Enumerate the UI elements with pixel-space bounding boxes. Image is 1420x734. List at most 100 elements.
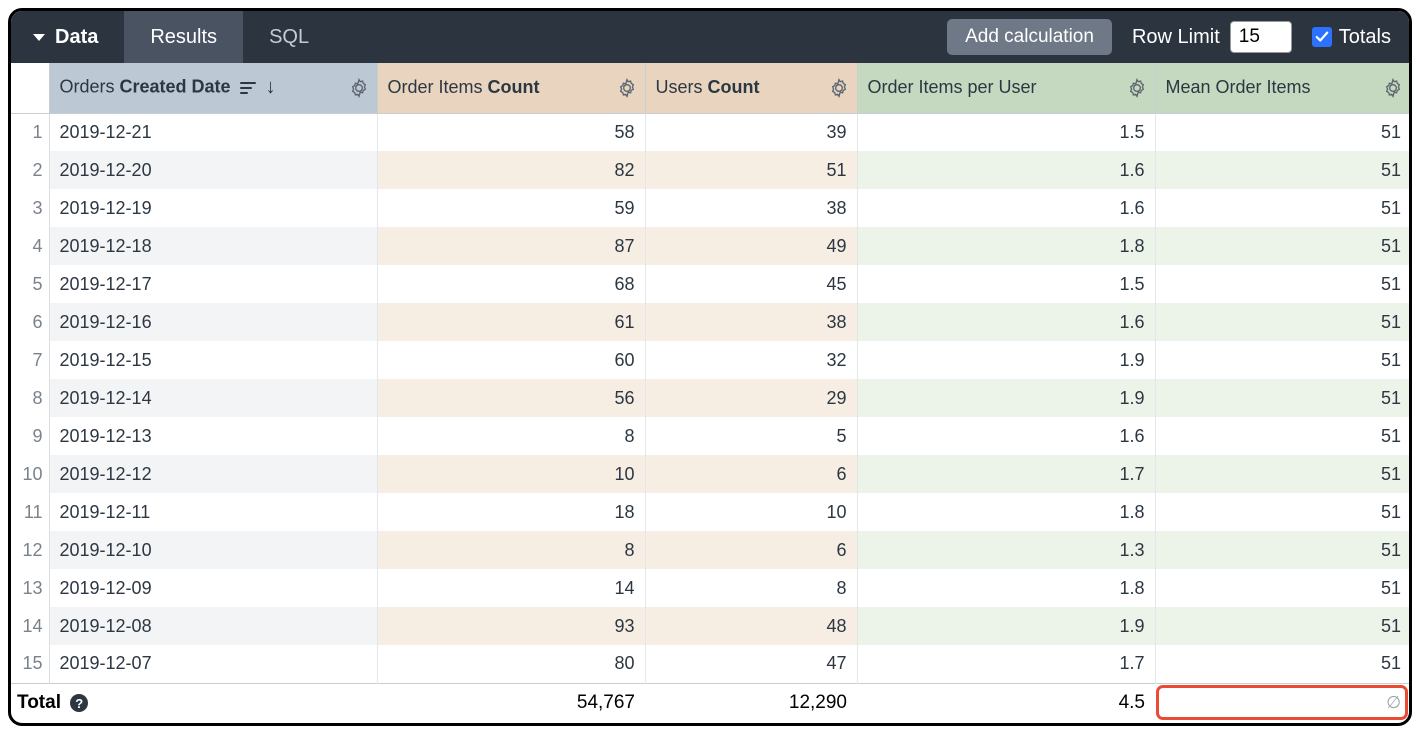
table-row: 32019-12-1959381.651 <box>11 189 1409 227</box>
cell-items-per-user[interactable]: 1.6 <box>857 417 1155 455</box>
cell-users-count[interactable]: 48 <box>645 607 857 645</box>
cell-date[interactable]: 2019-12-13 <box>49 417 377 455</box>
cell-order-items-count[interactable]: 59 <box>377 189 645 227</box>
cell-items-per-user[interactable]: 1.8 <box>857 227 1155 265</box>
help-icon[interactable]: ? <box>70 694 88 712</box>
cell-users-count[interactable]: 39 <box>645 113 857 151</box>
cell-items-per-user[interactable]: 1.5 <box>857 113 1155 151</box>
row-limit-input[interactable] <box>1230 21 1292 53</box>
cell-date[interactable]: 2019-12-16 <box>49 303 377 341</box>
cell-users-count[interactable]: 38 <box>645 189 857 227</box>
cell-items-per-user[interactable]: 1.8 <box>857 569 1155 607</box>
cell-mean-order-items[interactable]: 51 <box>1155 569 1409 607</box>
cell-order-items-count[interactable]: 80 <box>377 645 645 683</box>
totals-checkbox[interactable] <box>1312 27 1332 47</box>
gear-icon[interactable] <box>349 78 369 98</box>
cell-order-items-count[interactable]: 56 <box>377 379 645 417</box>
cell-users-count[interactable]: 32 <box>645 341 857 379</box>
cell-order-items-count[interactable]: 14 <box>377 569 645 607</box>
cell-mean-order-items[interactable]: 51 <box>1155 189 1409 227</box>
row-number: 11 <box>11 493 49 531</box>
cell-mean-order-items[interactable]: 51 <box>1155 493 1409 531</box>
cell-users-count[interactable]: 45 <box>645 265 857 303</box>
cell-users-count[interactable]: 29 <box>645 379 857 417</box>
cell-items-per-user[interactable]: 1.5 <box>857 265 1155 303</box>
cell-users-count[interactable]: 8 <box>645 569 857 607</box>
gear-icon[interactable] <box>1383 78 1403 98</box>
cell-order-items-count[interactable]: 8 <box>377 531 645 569</box>
cell-items-per-user[interactable]: 1.6 <box>857 151 1155 189</box>
cell-date[interactable]: 2019-12-21 <box>49 113 377 151</box>
cell-mean-order-items[interactable]: 51 <box>1155 455 1409 493</box>
gear-icon[interactable] <box>829 78 849 98</box>
cell-order-items-count[interactable]: 18 <box>377 493 645 531</box>
cell-mean-order-items[interactable]: 51 <box>1155 379 1409 417</box>
cell-mean-order-items[interactable]: 51 <box>1155 607 1409 645</box>
cell-order-items-count[interactable]: 82 <box>377 151 645 189</box>
col-header-bold: Count <box>488 77 540 97</box>
col-header-users-count[interactable]: Users Count <box>645 63 857 113</box>
cell-mean-order-items[interactable]: 51 <box>1155 341 1409 379</box>
cell-users-count[interactable]: 10 <box>645 493 857 531</box>
cell-order-items-count[interactable]: 8 <box>377 417 645 455</box>
cell-order-items-count[interactable]: 58 <box>377 113 645 151</box>
col-header-order-items-count[interactable]: Order Items Count <box>377 63 645 113</box>
cell-users-count[interactable]: 5 <box>645 417 857 455</box>
cell-date[interactable]: 2019-12-11 <box>49 493 377 531</box>
cell-items-per-user[interactable]: 1.8 <box>857 493 1155 531</box>
col-header-mean-order-items[interactable]: Mean Order Items <box>1155 63 1409 113</box>
cell-items-per-user[interactable]: 1.9 <box>857 341 1155 379</box>
cell-mean-order-items[interactable]: 51 <box>1155 417 1409 455</box>
cell-items-per-user[interactable]: 1.9 <box>857 379 1155 417</box>
cell-date[interactable]: 2019-12-09 <box>49 569 377 607</box>
cell-date[interactable]: 2019-12-20 <box>49 151 377 189</box>
cell-date[interactable]: 2019-12-12 <box>49 455 377 493</box>
cell-items-per-user[interactable]: 1.6 <box>857 303 1155 341</box>
cell-order-items-count[interactable]: 68 <box>377 265 645 303</box>
tab-sql[interactable]: SQL <box>243 11 335 63</box>
cell-order-items-count[interactable]: 10 <box>377 455 645 493</box>
col-header-created-date[interactable]: Orders Created Date ↓ <box>49 63 377 113</box>
tab-results[interactable]: Results <box>124 11 243 63</box>
gear-icon[interactable] <box>1127 78 1147 98</box>
cell-items-per-user[interactable]: 1.6 <box>857 189 1155 227</box>
cell-date[interactable]: 2019-12-14 <box>49 379 377 417</box>
col-header-items-per-user[interactable]: Order Items per User <box>857 63 1155 113</box>
row-number: 1 <box>11 113 49 151</box>
cell-items-per-user[interactable]: 1.9 <box>857 607 1155 645</box>
cell-order-items-count[interactable]: 87 <box>377 227 645 265</box>
cell-order-items-count[interactable]: 93 <box>377 607 645 645</box>
totals-label-cell: Total ? <box>11 683 377 723</box>
cell-mean-order-items[interactable]: 51 <box>1155 113 1409 151</box>
cell-mean-order-items[interactable]: 51 <box>1155 151 1409 189</box>
cell-date[interactable]: 2019-12-15 <box>49 341 377 379</box>
cell-users-count[interactable]: 47 <box>645 645 857 683</box>
table-row: 42019-12-1887491.851 <box>11 227 1409 265</box>
cell-items-per-user[interactable]: 1.3 <box>857 531 1155 569</box>
table-row: 132019-12-091481.851 <box>11 569 1409 607</box>
cell-users-count[interactable]: 51 <box>645 151 857 189</box>
col-header-bold: Created Date <box>120 77 231 97</box>
cell-users-count[interactable]: 38 <box>645 303 857 341</box>
cell-mean-order-items[interactable]: 51 <box>1155 531 1409 569</box>
add-calculation-button[interactable]: Add calculation <box>947 19 1112 55</box>
cell-mean-order-items[interactable]: 51 <box>1155 227 1409 265</box>
cell-date[interactable]: 2019-12-18 <box>49 227 377 265</box>
cell-mean-order-items[interactable]: 51 <box>1155 645 1409 683</box>
cell-mean-order-items[interactable]: 51 <box>1155 303 1409 341</box>
cell-date[interactable]: 2019-12-07 <box>49 645 377 683</box>
cell-date[interactable]: 2019-12-08 <box>49 607 377 645</box>
cell-order-items-count[interactable]: 60 <box>377 341 645 379</box>
cell-date[interactable]: 2019-12-19 <box>49 189 377 227</box>
cell-order-items-count[interactable]: 61 <box>377 303 645 341</box>
cell-date[interactable]: 2019-12-10 <box>49 531 377 569</box>
cell-items-per-user[interactable]: 1.7 <box>857 645 1155 683</box>
cell-items-per-user[interactable]: 1.7 <box>857 455 1155 493</box>
cell-users-count[interactable]: 6 <box>645 455 857 493</box>
tab-data[interactable]: Data <box>11 11 124 63</box>
cell-users-count[interactable]: 6 <box>645 531 857 569</box>
cell-mean-order-items[interactable]: 51 <box>1155 265 1409 303</box>
gear-icon[interactable] <box>617 78 637 98</box>
cell-date[interactable]: 2019-12-17 <box>49 265 377 303</box>
cell-users-count[interactable]: 49 <box>645 227 857 265</box>
